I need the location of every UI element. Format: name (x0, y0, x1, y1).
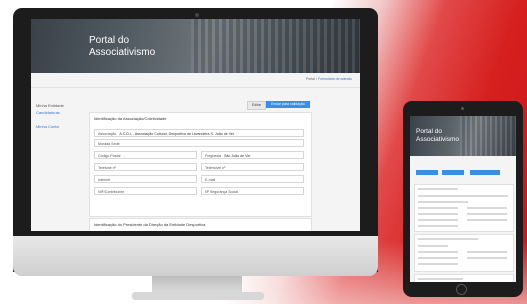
tablet-portal-title-line1: Portal do (416, 128, 443, 135)
internet-label: Internet (98, 178, 111, 182)
tablet-field-line (467, 207, 507, 209)
tablet-form-panel-2 (414, 234, 514, 272)
tablet-field-line (418, 195, 508, 197)
tablet-field-line (418, 263, 458, 265)
header-divider (31, 87, 360, 88)
webcam (195, 13, 199, 17)
tablet-field-line (418, 207, 458, 209)
association-field[interactable]: Associação A.C.D.L - Associação Cultural,… (94, 129, 304, 137)
breadcrumb-home[interactable]: Portal (306, 77, 315, 81)
tablet-panel-title-line (418, 238, 478, 240)
tablet-portal-title[interactable]: Portal do Associativismo (416, 128, 459, 144)
tablet-field-line (467, 257, 507, 259)
tablet-field-line (467, 219, 507, 221)
mobile-label: Telemóvel nº (205, 166, 226, 170)
phone-field[interactable]: Telefone nº (94, 163, 197, 171)
tablet-field-line (467, 251, 507, 253)
tablet-form-panel-1 (414, 184, 514, 232)
breadcrumb: Portal / Formulário de adesão (306, 77, 352, 81)
social-security-field[interactable]: Nº Segurança Social (201, 187, 304, 195)
submit-validation-button[interactable]: Enviar para validação (266, 101, 310, 108)
tablet-field-line (418, 225, 458, 227)
tablet-field-line (418, 251, 458, 253)
tablet-field-line (418, 219, 458, 221)
tablet-button-2[interactable] (442, 170, 464, 175)
postal-code-field[interactable]: Código Postal - (94, 151, 197, 159)
president-identification-panel: Identificação do Presidente da Direção d… (89, 218, 312, 231)
mobile-field[interactable]: Telemóvel nº (201, 163, 304, 171)
nif-label: NIF/Contribuinte (98, 190, 125, 194)
association-label: Associação (98, 132, 117, 136)
tablet-panel-title-line (418, 278, 463, 280)
address-field[interactable]: Morada Sede (94, 139, 304, 147)
association-identification-panel: Identificação da Associação/Coletividade… (89, 112, 312, 217)
tablet-field-line (418, 201, 468, 203)
address-label: Morada Sede (98, 142, 120, 146)
tablet-panel-title-line (418, 188, 458, 190)
monitor-stand-foot (132, 292, 264, 300)
email-field[interactable]: E-mail (201, 175, 304, 183)
association-value: A.C.D.L - Associação Cultural, Desportiv… (119, 132, 235, 136)
parish-field[interactable]: Freguesia São João de Ver (201, 151, 304, 159)
tablet-home-button[interactable] (456, 284, 467, 295)
section-title-president: Identificação do Presidente da Direção d… (94, 222, 206, 227)
tablet-field-line (418, 257, 458, 259)
breadcrumb-current: Formulário de adesão (317, 77, 352, 81)
tablet-screen: Portal do Associativismo (410, 116, 516, 282)
tablet-form-panel-3 (414, 274, 514, 282)
postal-code-label: Código Postal (98, 154, 121, 158)
tablet-field-line (418, 245, 448, 247)
desktop-screen: Portal do Associativismo Portal / Formul… (31, 19, 360, 231)
tablet-field-line (418, 213, 458, 215)
tablet-camera (461, 107, 464, 110)
sidebar-item-minha-conta[interactable]: Minha Conta (36, 124, 59, 129)
tablet-button-3[interactable] (470, 170, 500, 175)
monitor-chin (13, 236, 378, 276)
phone-label: Telefone nº (98, 166, 116, 170)
email-label: E-mail (205, 178, 216, 182)
tablet-field-line (467, 213, 507, 215)
parish-label: Freguesia (205, 154, 221, 158)
postal-code-value: - (123, 154, 125, 158)
tablet-button-1[interactable] (416, 170, 438, 175)
social-security-label: Nº Segurança Social (205, 190, 239, 194)
portal-title[interactable]: Portal do Associativismo (89, 35, 155, 59)
parish-value: São João de Ver (223, 154, 251, 158)
sidebar-title: Minha Entidade (36, 103, 64, 108)
section-title-association: Identificação da Associação/Coletividade (94, 116, 167, 121)
internet-field[interactable]: Internet (94, 175, 197, 183)
nif-field[interactable]: NIF/Contribuinte (94, 187, 197, 195)
hero-banner (31, 19, 360, 73)
portal-title-line2: Associativismo (89, 47, 156, 58)
sidebar-item-candidaturas[interactable]: Candidaturas (36, 110, 60, 115)
edit-button[interactable]: Editar (247, 101, 266, 110)
portal-title-line1: Portal do (89, 35, 130, 46)
tablet-portal-title-line2: Associativismo (416, 136, 459, 143)
